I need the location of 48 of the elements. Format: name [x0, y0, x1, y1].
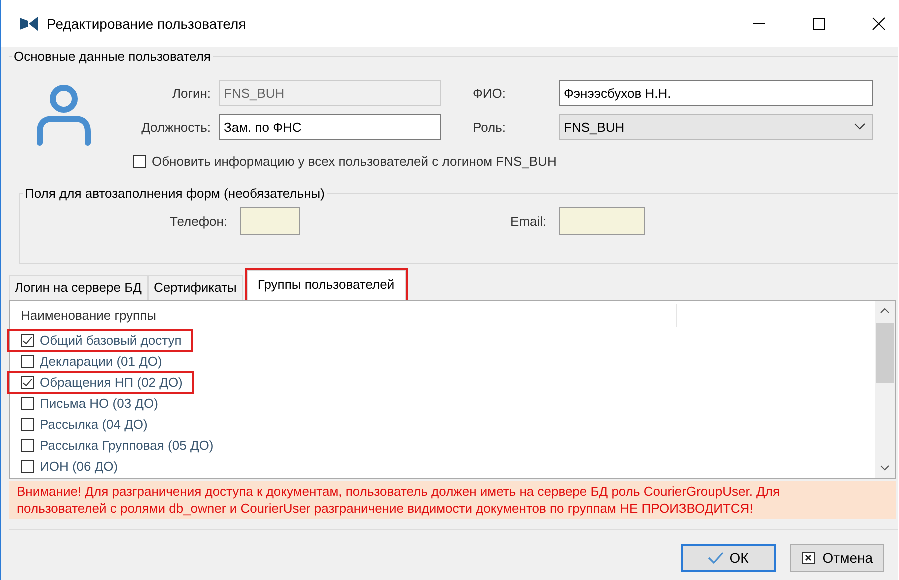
checkbox[interactable]: [133, 155, 146, 168]
window-title: Редактирование пользователя: [47, 16, 248, 32]
field-label: Email:: [510, 214, 547, 228]
list-item[interactable]: Обращения НП (02 ДО): [40, 375, 183, 390]
app-icon: [19, 16, 39, 32]
checkbox[interactable]: [21, 334, 34, 347]
checkbox-label: Обновить информацию у всех пользователей с логином FNS_BUH: [152, 154, 557, 169]
column-header[interactable]: Наименование группы: [10, 304, 677, 326]
scroll-down-icon[interactable]: [880, 464, 890, 472]
scrollbar[interactable]: [875, 301, 895, 478]
checkbox[interactable]: [21, 418, 34, 431]
group-title: Основные данные пользователя: [13, 49, 212, 64]
field-label: ФИО:: [472, 86, 507, 100]
input-field[interactable]: [240, 207, 300, 235]
field-label: Должность:: [140, 120, 211, 134]
list-item[interactable]: Декларации (01 ДО): [40, 354, 162, 369]
field-label: Телефон:: [170, 214, 228, 228]
field-label: Роль:: [472, 120, 508, 134]
list-item[interactable]: Рассылка (04 ДО): [40, 417, 148, 432]
checkbox[interactable]: [21, 439, 34, 452]
list-item[interactable]: Общий базовый доступ: [40, 333, 182, 348]
cancel-icon: [800, 551, 817, 565]
warning-message: Внимание! Для разграничения доступа к документам, пользователь должен иметь на сервере БД роль CourierGroupUser. Для пользователей с ролями db_owner и CourierUser разграничение видимости документов по группам НЕ ПРОИЗВОДИТСЯ!: [9, 481, 896, 519]
list-item[interactable]: ИОН (06 ДО): [40, 459, 118, 474]
field-label: Логин:: [171, 86, 211, 100]
input-field[interactable]: [558, 207, 645, 235]
scroll-thumb[interactable]: [876, 323, 894, 383]
scroll-up-icon[interactable]: [880, 307, 890, 315]
tab[interactable]: Группы пользователей: [246, 270, 406, 300]
checkbox[interactable]: [21, 376, 34, 389]
cancel-button[interactable]: Отмена: [790, 544, 884, 572]
list-item[interactable]: Рассылка Групповая (05 ДО): [40, 438, 214, 453]
user-silhouette-icon: [35, 84, 93, 146]
caret-icon: [854, 123, 866, 131]
tab[interactable]: Логин на сервере БД: [9, 275, 148, 300]
checkbox[interactable]: [21, 355, 34, 368]
role-dropdown[interactable]: FNS_BUH: [559, 114, 873, 140]
tab[interactable]: Сертификаты: [148, 275, 243, 300]
checkbox[interactable]: [21, 460, 34, 473]
input-field[interactable]: Зам. по ФНС: [219, 114, 441, 140]
close-icon[interactable]: [872, 16, 886, 30]
ok-button[interactable]: ОК: [680, 544, 776, 572]
checkmark-icon: [708, 551, 724, 565]
maximize-icon[interactable]: [812, 16, 826, 30]
input-field[interactable]: Фэнээсбухов Н.Н.: [559, 80, 873, 106]
group-title: Поля для автозаполнения форм (необязательны): [24, 186, 326, 201]
list-item[interactable]: Письма НО (03 ДО): [40, 396, 158, 411]
checkbox[interactable]: [21, 397, 34, 410]
